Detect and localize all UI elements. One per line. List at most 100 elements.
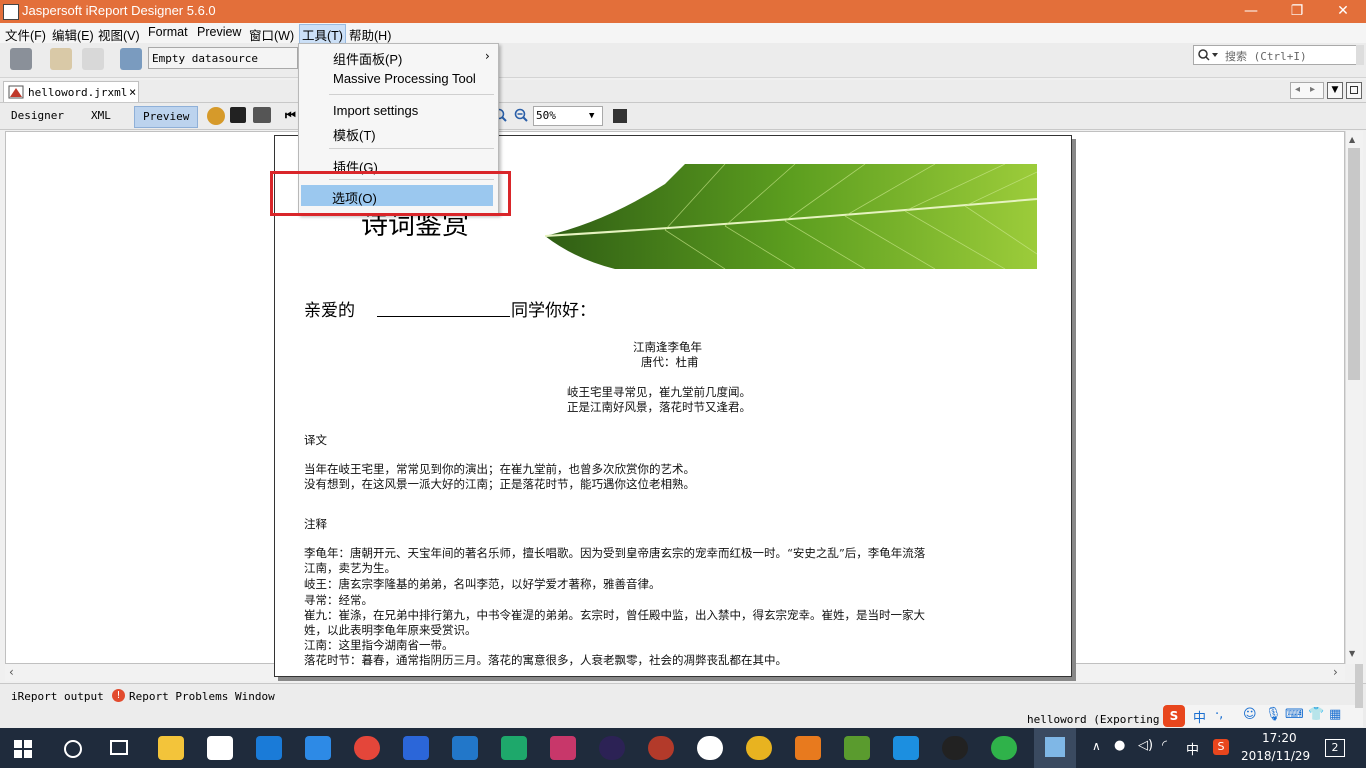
- scroll-left-icon[interactable]: ‹: [9, 665, 14, 679]
- translation-line-1: 当年在岐王宅里，常常见到你的演出；在崔九堂前，也曾多次欣赏你的艺术。: [304, 462, 695, 476]
- drive-app-icon[interactable]: [746, 736, 772, 760]
- chart-app-icon[interactable]: [844, 736, 870, 760]
- notes-line-6: 姓，以此表明李龟年原来受赏识。: [304, 623, 477, 637]
- datasource-select[interactable]: Empty datasource: [148, 47, 298, 69]
- error-icon: !: [112, 689, 125, 702]
- task-view-icon[interactable]: [110, 740, 128, 755]
- zoom-value: 50%: [536, 109, 556, 122]
- menu-item-import-settings[interactable]: Import settings: [333, 103, 418, 118]
- obs-icon[interactable]: [697, 736, 723, 760]
- scroll-right-icon[interactable]: ›: [1333, 665, 1338, 679]
- menu-file[interactable]: 文件(F): [3, 25, 48, 44]
- submenu-arrow-icon: ›: [485, 49, 490, 63]
- first-page-icon[interactable]: ⏮: [285, 108, 296, 123]
- tab-helloword[interactable]: helloword.jrxml ×: [3, 81, 139, 102]
- word-icon[interactable]: [403, 736, 429, 760]
- ime-mode-icon[interactable]: 中: [1193, 707, 1206, 726]
- network-icon[interactable]: ◜: [1162, 738, 1167, 753]
- save-all-icon[interactable]: [10, 48, 32, 70]
- search-circle-icon[interactable]: [64, 740, 82, 758]
- notes-line-5: 崔九：崔涤，在兄弟中排行第九，中书令崔湜的弟弟。玄宗时，曾任殿中监，出入禁中，得…: [304, 608, 925, 622]
- wechat-icon[interactable]: [991, 736, 1017, 760]
- snail-app-icon[interactable]: [648, 736, 674, 760]
- clock-date[interactable]: 2018/11/29: [1241, 749, 1310, 763]
- intellij-icon[interactable]: [550, 736, 576, 760]
- skin-icon[interactable]: 👕: [1308, 707, 1324, 722]
- tray-expand-icon[interactable]: ∧: [1092, 739, 1101, 753]
- windows-start-icon[interactable]: [14, 740, 32, 758]
- zoom-out-icon[interactable]: [514, 108, 528, 122]
- xampp-icon[interactable]: [795, 736, 821, 760]
- menu-bar: 文件(F) 编辑(E) 视图(V) Format Preview 窗口(W) 工…: [0, 23, 1366, 45]
- notification-center-icon[interactable]: 2: [1325, 739, 1345, 757]
- qq-icon[interactable]: [942, 736, 968, 760]
- tab-report-problems[interactable]: Report Problems Window: [129, 690, 275, 703]
- menu-item-massive-processing[interactable]: Massive Processing Tool: [333, 71, 476, 86]
- webstorm-icon[interactable]: [501, 736, 527, 760]
- scroll-down-icon[interactable]: ▼: [1349, 649, 1355, 658]
- microphone-icon[interactable]: 🎙: [1265, 707, 1282, 722]
- volume-icon[interactable]: ◁): [1138, 738, 1153, 753]
- save-icon[interactable]: [230, 107, 246, 123]
- search-input[interactable]: 搜索 (Ctrl+I): [1193, 45, 1363, 65]
- zoom-select[interactable]: 50% ▼: [533, 106, 603, 126]
- ireport-taskbar-icon[interactable]: [1034, 728, 1076, 768]
- tab-preview[interactable]: Preview: [134, 106, 199, 128]
- reload-icon[interactable]: [207, 107, 225, 125]
- star-app-icon[interactable]: [893, 736, 919, 760]
- undo-icon[interactable]: [50, 48, 72, 70]
- menu-separator: [329, 94, 494, 95]
- greeting-suffix: 同学你好：: [511, 301, 596, 321]
- chrome-icon[interactable]: [354, 736, 380, 760]
- scroll-up-icon[interactable]: ▲: [1349, 135, 1355, 144]
- wechat-tray-icon[interactable]: ●: [1114, 738, 1125, 753]
- toolbox-icon[interactable]: ▦: [1329, 707, 1341, 722]
- mail-icon[interactable]: [207, 736, 233, 760]
- close-button[interactable]: ✕: [1320, 0, 1366, 23]
- edge-browser-icon[interactable]: [256, 736, 282, 760]
- vertical-scroll-thumb[interactable]: [1348, 148, 1360, 380]
- window-title: Jaspersoft iReport Designer 5.6.0: [22, 3, 216, 18]
- chevron-down-icon[interactable]: ▼: [589, 107, 594, 125]
- menu-tools[interactable]: 工具(T): [299, 24, 346, 45]
- menu-format[interactable]: Format: [146, 25, 190, 39]
- menu-edit[interactable]: 编辑(E): [50, 25, 96, 44]
- panel-scrollbar[interactable]: [1355, 664, 1363, 708]
- redo-icon[interactable]: [82, 48, 104, 70]
- tab-xml[interactable]: XML: [83, 106, 119, 126]
- menu-help[interactable]: 帮助(H): [347, 25, 393, 44]
- menu-window[interactable]: 窗口(W): [247, 25, 296, 44]
- sogou-ime-icon[interactable]: S: [1163, 705, 1185, 727]
- keyboard-icon[interactable]: ⌨: [1285, 707, 1304, 722]
- print-icon[interactable]: [253, 107, 271, 123]
- menu-view[interactable]: 视图(V): [96, 25, 142, 44]
- eclipse-icon[interactable]: [599, 736, 625, 760]
- tab-ireport-output[interactable]: iReport output: [11, 690, 104, 703]
- ime-indicator[interactable]: 中: [1186, 739, 1199, 758]
- menu-item-templates[interactable]: 模板(T): [333, 125, 376, 144]
- notes-line-4: 寻常：经常。: [304, 593, 373, 607]
- emoji-icon[interactable]: ☺: [1243, 707, 1257, 722]
- tab-designer[interactable]: Designer: [3, 106, 72, 126]
- tab-scroll-buttons[interactable]: ◂ ▸: [1290, 82, 1324, 99]
- vscode-icon[interactable]: [452, 736, 478, 760]
- punctuation-icon[interactable]: ·,: [1215, 707, 1223, 722]
- notes-line-2: 江南，卖艺为生。: [304, 561, 396, 575]
- menu-preview[interactable]: Preview: [195, 25, 243, 39]
- maximize-editor-icon[interactable]: [1346, 82, 1362, 99]
- export-icon[interactable]: [613, 109, 627, 123]
- file-explorer-icon[interactable]: [158, 736, 184, 760]
- minimize-button[interactable]: —: [1228, 0, 1274, 23]
- toolbar-scroll: [1356, 45, 1364, 65]
- tab-list-icon[interactable]: ▼: [1327, 82, 1343, 99]
- menu-item-palette[interactable]: 组件面板(P): [333, 49, 402, 68]
- tab-left-icon[interactable]: ◂: [1295, 84, 1300, 95]
- tab-close-icon[interactable]: ×: [129, 85, 136, 99]
- sogou-tray-icon[interactable]: S: [1213, 739, 1229, 755]
- edge-beta-icon[interactable]: [305, 736, 331, 760]
- tab-right-icon[interactable]: ▸: [1310, 84, 1315, 95]
- restore-button[interactable]: ❐: [1274, 0, 1320, 23]
- clock-time[interactable]: 17:20: [1262, 731, 1297, 745]
- datasource-icon[interactable]: [120, 48, 142, 70]
- vertical-scrollbar[interactable]: ▲ ▼: [1345, 131, 1363, 664]
